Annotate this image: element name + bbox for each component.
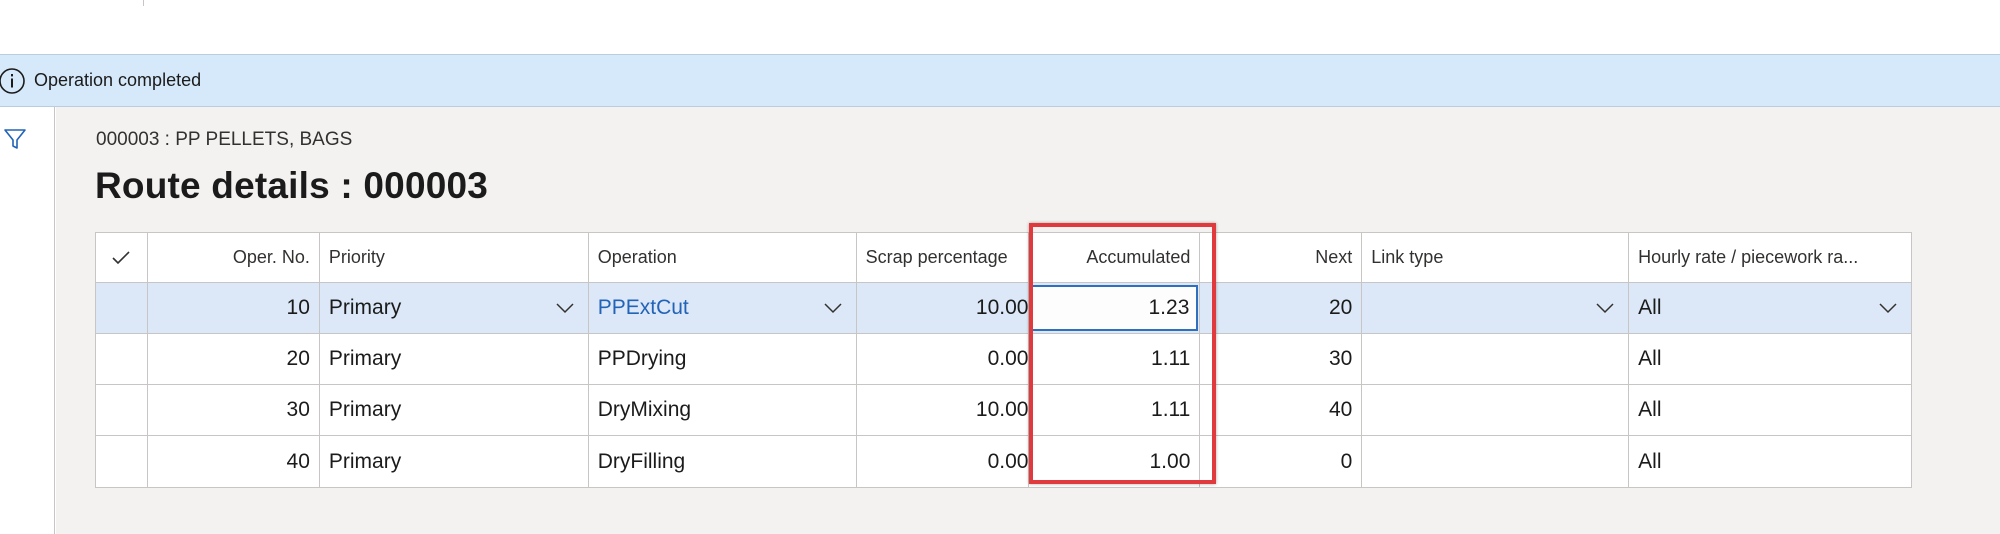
- priority-dropdown[interactable]: Primary: [320, 283, 589, 333]
- hourly-rate-dropdown[interactable]: All: [1629, 283, 1911, 333]
- table-row[interactable]: 30 Primary DryMixing 10.00 1.11 40 All: [96, 385, 1911, 436]
- info-icon: [0, 67, 26, 95]
- link-type-cell[interactable]: [1362, 334, 1630, 384]
- operation-link[interactable]: PPExtCut: [598, 296, 821, 320]
- chevron-down-icon[interactable]: [1593, 300, 1617, 316]
- header-accumulated[interactable]: Accumulated: [1029, 233, 1201, 282]
- message-bar: Operation completed: [0, 54, 2000, 107]
- header-scrap-percentage[interactable]: Scrap percentage: [857, 233, 1030, 282]
- table-row[interactable]: 10 Primary PPExtCut 10.00 1.23 20 All: [96, 283, 1911, 334]
- hourly-rate-cell[interactable]: All: [1629, 334, 1911, 384]
- next-cell[interactable]: 0: [1200, 436, 1363, 487]
- link-type-cell[interactable]: [1362, 436, 1630, 487]
- hourly-rate-cell[interactable]: All: [1629, 436, 1911, 487]
- scrap-percentage-cell[interactable]: 0.00: [857, 334, 1030, 384]
- record-caption: 000003 : PP PELLETS, BAGS: [96, 129, 353, 150]
- row-select-cell[interactable]: [96, 334, 148, 384]
- scrap-percentage-cell[interactable]: 0.00: [857, 436, 1030, 487]
- next-cell[interactable]: 20: [1200, 283, 1363, 333]
- chevron-down-icon[interactable]: [553, 300, 577, 316]
- next-cell[interactable]: 30: [1200, 334, 1363, 384]
- oper-no-cell[interactable]: 30: [148, 385, 320, 435]
- scrap-percentage-cell[interactable]: 10.00: [857, 385, 1030, 435]
- table-row[interactable]: 40 Primary DryFilling 0.00 1.00 0 All: [96, 436, 1911, 487]
- message-text: Operation completed: [34, 70, 202, 90]
- operation-cell[interactable]: DryFilling: [589, 436, 857, 487]
- accumulated-cell[interactable]: 1.23: [1029, 283, 1201, 333]
- accumulated-input[interactable]: 1.23: [1030, 285, 1199, 331]
- select-all-checkbox[interactable]: [96, 233, 148, 282]
- priority-value: Primary: [328, 296, 402, 319]
- grid-header-row: Oper. No. Priority Operation Scrap perce…: [96, 233, 1911, 283]
- chevron-down-icon[interactable]: [821, 300, 845, 316]
- operation-dropdown[interactable]: PPExtCut: [589, 283, 857, 333]
- link-type-dropdown[interactable]: [1362, 283, 1630, 333]
- oper-no-cell[interactable]: 40: [148, 436, 320, 487]
- top-separator: [143, 0, 144, 6]
- header-next[interactable]: Next: [1200, 233, 1363, 282]
- checkmark-icon: [112, 250, 131, 264]
- scrap-percentage-cell[interactable]: 10.00: [857, 283, 1030, 333]
- priority-cell[interactable]: Primary: [320, 334, 589, 384]
- left-rail: [0, 107, 55, 534]
- header-hourly-rate[interactable]: Hourly rate / piecework ra...: [1629, 233, 1911, 282]
- table-row[interactable]: 20 Primary PPDrying 0.00 1.11 30 All: [96, 334, 1911, 385]
- header-oper-no[interactable]: Oper. No.: [148, 233, 320, 282]
- oper-no-cell[interactable]: 10: [148, 283, 320, 333]
- hourly-rate-cell[interactable]: All: [1629, 385, 1911, 435]
- accumulated-cell[interactable]: 1.11: [1029, 334, 1201, 384]
- hourly-rate-value: All: [1638, 296, 1662, 319]
- header-priority[interactable]: Priority: [320, 233, 589, 282]
- header-operation[interactable]: Operation: [589, 233, 857, 282]
- route-grid: Oper. No. Priority Operation Scrap perce…: [95, 232, 1912, 488]
- page-title: Route details : 000003: [95, 165, 489, 206]
- priority-cell[interactable]: Primary: [320, 436, 589, 487]
- chevron-down-icon[interactable]: [1876, 300, 1900, 316]
- row-select-cell[interactable]: [96, 283, 148, 333]
- next-cell[interactable]: 40: [1200, 385, 1363, 435]
- row-select-cell[interactable]: [96, 436, 148, 487]
- accumulated-cell[interactable]: 1.00: [1029, 436, 1201, 487]
- accumulated-cell[interactable]: 1.11: [1029, 385, 1201, 435]
- link-type-cell[interactable]: [1362, 385, 1630, 435]
- operation-cell[interactable]: DryMixing: [589, 385, 857, 435]
- priority-cell[interactable]: Primary: [320, 385, 589, 435]
- filter-icon[interactable]: [0, 124, 30, 154]
- top-area: [0, 0, 2000, 54]
- row-select-cell[interactable]: [96, 385, 148, 435]
- operation-cell[interactable]: PPDrying: [589, 334, 857, 384]
- header-link-type[interactable]: Link type: [1362, 233, 1630, 282]
- oper-no-cell[interactable]: 20: [148, 334, 320, 384]
